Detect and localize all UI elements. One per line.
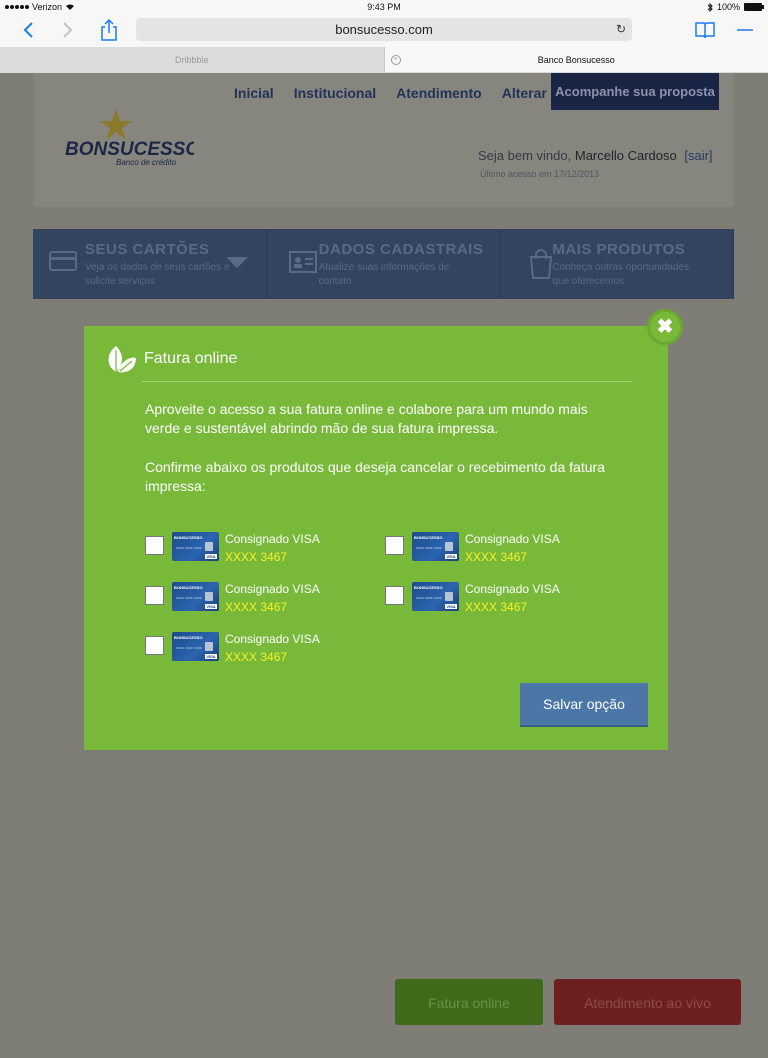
leaf-icon [108,346,136,373]
share-icon [101,18,117,41]
tabs-icon [737,29,753,31]
tab-dribbble[interactable]: Dribbble [0,47,385,72]
product-option: BONSUCESSO 0000 0000 0000 VISA Consignado … [145,582,345,614]
menu-title: SEUS CARTÕES [85,241,210,258]
product-number: XXXX 3467 [225,600,288,614]
nav-inicial[interactable]: Inicial [234,85,274,101]
chevron-down-icon[interactable] [225,257,248,268]
credit-card-image: BONSUCESSO 0000 0000 0000 VISA [412,532,459,561]
menu-subtitle: Atualize suas informações de contato [318,262,450,287]
menu-title: DADOS CADASTRAIS [318,241,484,258]
product-number: XXXX 3467 [225,550,288,564]
chevron-right-icon [63,22,73,38]
proposal-button[interactable]: Acompanhe sua proposta [551,73,719,110]
status-bar: Verizon 9:43 PM 100% [0,0,768,14]
credit-card-image: BONSUCESSO 0000 0000 0000 VISA [172,632,219,661]
battery-percent: 100% [716,2,740,12]
product-name: Consignado VISA [465,582,560,596]
chevron-left-icon [23,22,33,38]
atendimento-ao-vivo-button[interactable]: Atendimento ao vivo [554,979,741,1025]
menu-mais-produtos[interactable]: MAIS PRODUTOS Conheça outras oportunidad… [500,229,735,299]
menu-seus-cartoes[interactable]: SEUS CARTÕES Veja os dados de seus cartõ… [33,229,267,299]
credit-card-image: BONSUCESSO 0000 0000 0000 VISA [172,532,219,561]
back-button[interactable] [18,18,38,42]
logout-link[interactable]: [sair] [684,148,712,163]
product-checkbox[interactable] [145,586,164,605]
id-card-icon [288,251,317,273]
status-right: 100% [707,2,764,12]
last-access-date: 17/12/2013 [554,169,600,179]
close-modal-button[interactable]: ✖ [647,309,683,345]
product-option: BONSUCESSO 0000 0000 0000 VISA Consignado … [145,532,345,564]
forward-button[interactable] [58,18,78,42]
tab-label: Dribbble [174,55,209,65]
product-option: BONSUCESSO 0000 0000 0000 VISA Consignado … [385,532,585,564]
product-name: Consignado VISA [225,532,320,546]
product-name: Consignado VISA [465,532,560,546]
fatura-online-button[interactable]: Fatura online [395,979,543,1025]
bookmarks-button[interactable] [694,18,716,42]
divider [142,381,632,382]
fatura-online-label: Fatura online [428,995,510,1011]
save-option-button[interactable]: Salvar opção [520,683,648,725]
welcome-prefix: Seja bem vindo, [478,148,572,163]
product-number: XXXX 3467 [465,600,528,614]
product-checkbox[interactable] [145,536,164,555]
menu-title: MAIS PRODUTOS [552,241,686,258]
nav-atendimento[interactable]: Atendimento [396,85,482,101]
product-number: XXXX 3467 [225,650,288,664]
svg-text:Banco de crédito: Banco de crédito [116,158,177,167]
book-icon [695,22,715,39]
modal-intro-text: Aproveite o acesso a sua fatura online e… [145,401,588,436]
product-option: BONSUCESSO 0000 0000 0000 VISA Consignado … [145,632,345,664]
last-access: Último acesso em 17/12/2013 [480,169,599,179]
modal-title: Fatura online [144,350,238,367]
last-access-label: Último acesso em [480,169,552,179]
close-icon: ✖ [656,316,674,338]
product-name: Consignado VISA [225,632,320,646]
url-text: bonsucesso.com [335,22,433,37]
battery-icon [744,3,764,11]
bluetooth-icon [707,2,713,12]
credit-card-image: BONSUCESSO 0000 0000 0000 VISA [412,582,459,611]
tabs-button[interactable] [736,18,754,42]
site-header: Inicial Institucional Atendimento Altera… [34,73,734,207]
tab-label: Banco Bonsucesso [537,55,615,65]
svg-text:BONSUCESSO: BONSUCESSO [65,139,194,160]
menu-subtitle: Veja os dados de seus cartões e solicite… [85,262,230,287]
shopping-bag-icon [530,249,553,279]
welcome-message: Seja bem vindo, Marcello Cardoso [sair] [478,148,713,163]
close-tab-icon[interactable]: × [390,55,401,65]
tab-banco-bonsucesso[interactable]: × Banco Bonsucesso [385,47,768,72]
product-checkbox[interactable] [385,536,404,555]
menu-dados-cadastrais[interactable]: DADOS CADASTRAIS Atualize suas informaçõ… [267,229,501,299]
main-menu: SEUS CARTÕES Veja os dados de seus cartõ… [33,229,735,299]
clock: 9:43 PM [367,2,401,12]
bonsucesso-logo[interactable]: BONSUCESSO Banco de crédito [64,107,200,167]
user-name: Marcello Cardoso [574,148,677,163]
product-checkbox[interactable] [145,636,164,655]
atendimento-label: Atendimento ao vivo [584,995,711,1011]
product-name: Consignado VISA [225,582,320,596]
nav-institucional[interactable]: Institucional [294,85,376,101]
reload-icon[interactable]: ↻ [616,18,626,41]
product-option: BONSUCESSO 0000 0000 0000 VISA Consignado … [385,582,585,614]
modal-instruction-text: Confirme abaixo os produtos que deseja c… [145,459,605,494]
tab-bar: Dribbble × Banco Bonsucesso [0,47,768,73]
fatura-online-modal: Fatura online Aproveite o acesso a sua f… [84,326,668,750]
product-checkbox[interactable] [385,586,404,605]
menu-subtitle: Conheça outras oportunidades que oferece… [552,262,690,287]
browser-toolbar: bonsucesso.com ↻ [0,14,768,47]
credit-card-icon [49,251,77,271]
credit-card-image: BONSUCESSO 0000 0000 0000 VISA [172,582,219,611]
logo-svg: BONSUCESSO Banco de crédito [65,109,200,167]
product-number: XXXX 3467 [465,550,528,564]
address-bar[interactable]: bonsucesso.com ↻ [136,18,632,41]
share-button[interactable] [98,18,120,42]
